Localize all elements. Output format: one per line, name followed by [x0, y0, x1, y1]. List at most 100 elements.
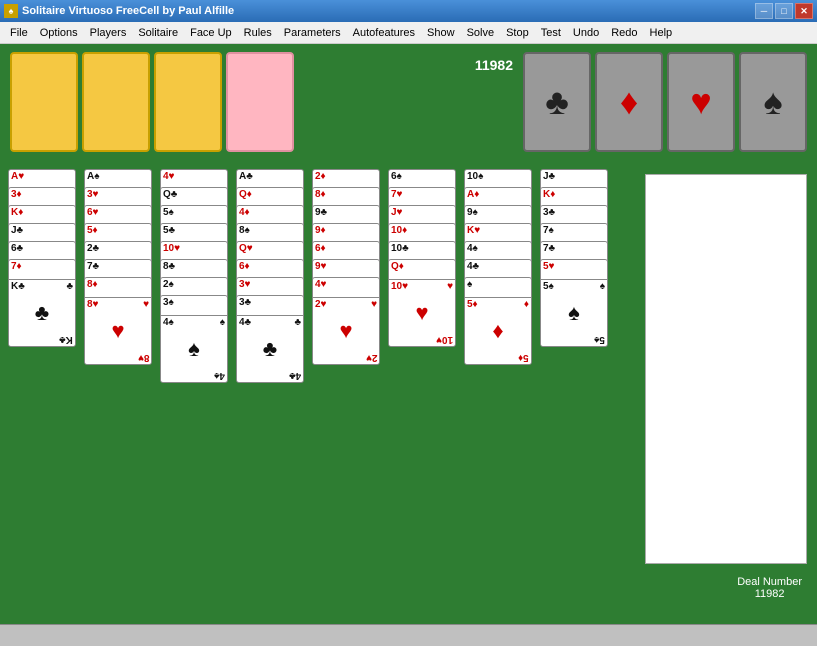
- menu-item-test[interactable]: Test: [535, 25, 567, 41]
- column-1: A♠3♥6♥5♦2♣7♣8♦8♥♥♥8♥: [84, 169, 156, 365]
- foundation-clubs[interactable]: ♣: [523, 52, 591, 152]
- tableau-card[interactable]: 5♦: [84, 223, 152, 243]
- tableau-card[interactable]: 4♣♣♣4♣: [236, 315, 304, 383]
- tableau-card[interactable]: 4♥: [312, 277, 380, 297]
- menu-item-parameters[interactable]: Parameters: [278, 25, 347, 41]
- tableau-card[interactable]: 7♥: [388, 187, 456, 207]
- menu-item-autofeatures[interactable]: Autofeatures: [347, 25, 421, 41]
- menu-item-show[interactable]: Show: [421, 25, 461, 41]
- tableau-card[interactable]: 5♠♠♠5♠: [540, 279, 608, 347]
- menu-item-help[interactable]: Help: [644, 25, 679, 41]
- tableau-card[interactable]: 5♠: [160, 205, 228, 225]
- tableau-card[interactable]: 5♣: [160, 223, 228, 243]
- free-cell-4[interactable]: [226, 52, 294, 152]
- deal-number: 11982: [737, 588, 802, 600]
- minimize-button[interactable]: ─: [755, 3, 773, 19]
- tableau-card[interactable]: J♣: [540, 169, 608, 189]
- sidebar-panel: [645, 174, 807, 564]
- menu-item-rules[interactable]: Rules: [238, 25, 278, 41]
- tableau-card[interactable]: K♦: [540, 187, 608, 207]
- menu-item-solve[interactable]: Solve: [461, 25, 501, 41]
- tableau-card[interactable]: K♣♣♣K♣: [8, 279, 76, 347]
- score-display: 11982: [475, 52, 513, 73]
- tableau-card[interactable]: 2♦: [312, 169, 380, 189]
- menu-item-solitaire[interactable]: Solitaire: [132, 25, 184, 41]
- tableau-card[interactable]: 3♠: [160, 295, 228, 315]
- tableau-card[interactable]: 2♥♥♥2♥: [312, 297, 380, 365]
- tableau-card[interactable]: 8♦: [84, 277, 152, 297]
- tableau-card[interactable]: 3♦: [8, 187, 76, 207]
- tableau-card[interactable]: 5♦♦♦5♦: [464, 297, 532, 365]
- close-button[interactable]: ✕: [795, 3, 813, 19]
- foundation-spades[interactable]: ♠: [739, 52, 807, 152]
- tableau-card[interactable]: 6♦: [312, 241, 380, 261]
- tableau-card[interactable]: 7♣: [84, 259, 152, 279]
- tableau-card[interactable]: 7♣: [540, 241, 608, 261]
- menu-item-face up[interactable]: Face Up: [184, 25, 238, 41]
- menu-item-stop[interactable]: Stop: [500, 25, 535, 41]
- menu-item-redo[interactable]: Redo: [605, 25, 643, 41]
- tableau-card[interactable]: K♦: [8, 205, 76, 225]
- tableau-card[interactable]: 10♥: [160, 241, 228, 261]
- tableau-card[interactable]: 6♥: [84, 205, 152, 225]
- menu-item-options[interactable]: Options: [34, 25, 84, 41]
- tableau-card[interactable]: 7♠: [540, 223, 608, 243]
- tableau-card[interactable]: 2♣: [84, 241, 152, 261]
- tableau-card[interactable]: 9♥: [312, 259, 380, 279]
- column-2: 4♥Q♣5♠5♣10♥8♣2♠3♠4♠♠♠4♠: [160, 169, 232, 383]
- menu-item-file[interactable]: File: [4, 25, 34, 41]
- tableau-card[interactable]: 8♦: [312, 187, 380, 207]
- app-icon: ♠: [4, 4, 18, 18]
- tableau-card[interactable]: 5♥: [540, 259, 608, 279]
- tableau-card[interactable]: 4♠: [464, 241, 532, 261]
- tableau-card[interactable]: 8♣: [160, 259, 228, 279]
- tableau-card[interactable]: 6♦: [236, 259, 304, 279]
- foundation-diamonds[interactable]: ♦: [595, 52, 663, 152]
- tableau-card[interactable]: A♣: [236, 169, 304, 189]
- tableau-card[interactable]: A♦: [464, 187, 532, 207]
- tableau-card[interactable]: A♠: [84, 169, 152, 189]
- tableau-card[interactable]: 10♠: [464, 169, 532, 189]
- tableau-card[interactable]: 3♥: [84, 187, 152, 207]
- tableau-card[interactable]: 4♥: [160, 169, 228, 189]
- maximize-button[interactable]: □: [775, 3, 793, 19]
- tableau-card[interactable]: ♠: [464, 277, 532, 297]
- tableau-card[interactable]: 7♦: [8, 259, 76, 279]
- tableau-card[interactable]: Q♦: [236, 187, 304, 207]
- free-cell-3[interactable]: [154, 52, 222, 152]
- tableau-card[interactable]: K♥: [464, 223, 532, 243]
- tableau-card[interactable]: 4♣: [464, 259, 532, 279]
- tableau-card[interactable]: 6♣: [8, 241, 76, 261]
- tableau-card[interactable]: 3♣: [540, 205, 608, 225]
- status-bar: [0, 624, 817, 646]
- column-7: J♣K♦3♣7♠7♣5♥5♠♠♠5♠: [540, 169, 612, 347]
- tableau-card[interactable]: 9♣: [312, 205, 380, 225]
- tableau-card[interactable]: 10♦: [388, 223, 456, 243]
- tableau-card[interactable]: 4♠♠♠4♠: [160, 315, 228, 383]
- tableau-card[interactable]: J♣: [8, 223, 76, 243]
- tableau-card[interactable]: 9♠: [464, 205, 532, 225]
- free-cell-1[interactable]: [10, 52, 78, 152]
- tableau-card[interactable]: 2♠: [160, 277, 228, 297]
- tableau-card[interactable]: A♥: [8, 169, 76, 189]
- tableau-card[interactable]: 10♥♥♥10♥: [388, 279, 456, 347]
- score-value: 11982: [475, 57, 513, 73]
- tableau-card[interactable]: 10♣: [388, 241, 456, 261]
- tableau-card[interactable]: J♥: [388, 205, 456, 225]
- tableau-card[interactable]: 6♠: [388, 169, 456, 189]
- tableau-card[interactable]: 4♦: [236, 205, 304, 225]
- deal-label: Deal Number: [737, 576, 802, 588]
- menu-bar: FileOptionsPlayersSolitaireFace UpRulesP…: [0, 22, 817, 44]
- tableau-card[interactable]: 8♠: [236, 223, 304, 243]
- tableau-card[interactable]: 8♥♥♥8♥: [84, 297, 152, 365]
- foundation-hearts[interactable]: ♥: [667, 52, 735, 152]
- tableau-card[interactable]: 3♣: [236, 295, 304, 315]
- tableau-card[interactable]: Q♦: [388, 259, 456, 279]
- tableau-card[interactable]: 3♥: [236, 277, 304, 297]
- free-cell-2[interactable]: [82, 52, 150, 152]
- menu-item-players[interactable]: Players: [84, 25, 133, 41]
- tableau-card[interactable]: Q♥: [236, 241, 304, 261]
- menu-item-undo[interactable]: Undo: [567, 25, 605, 41]
- tableau-card[interactable]: Q♣: [160, 187, 228, 207]
- tableau-card[interactable]: 9♦: [312, 223, 380, 243]
